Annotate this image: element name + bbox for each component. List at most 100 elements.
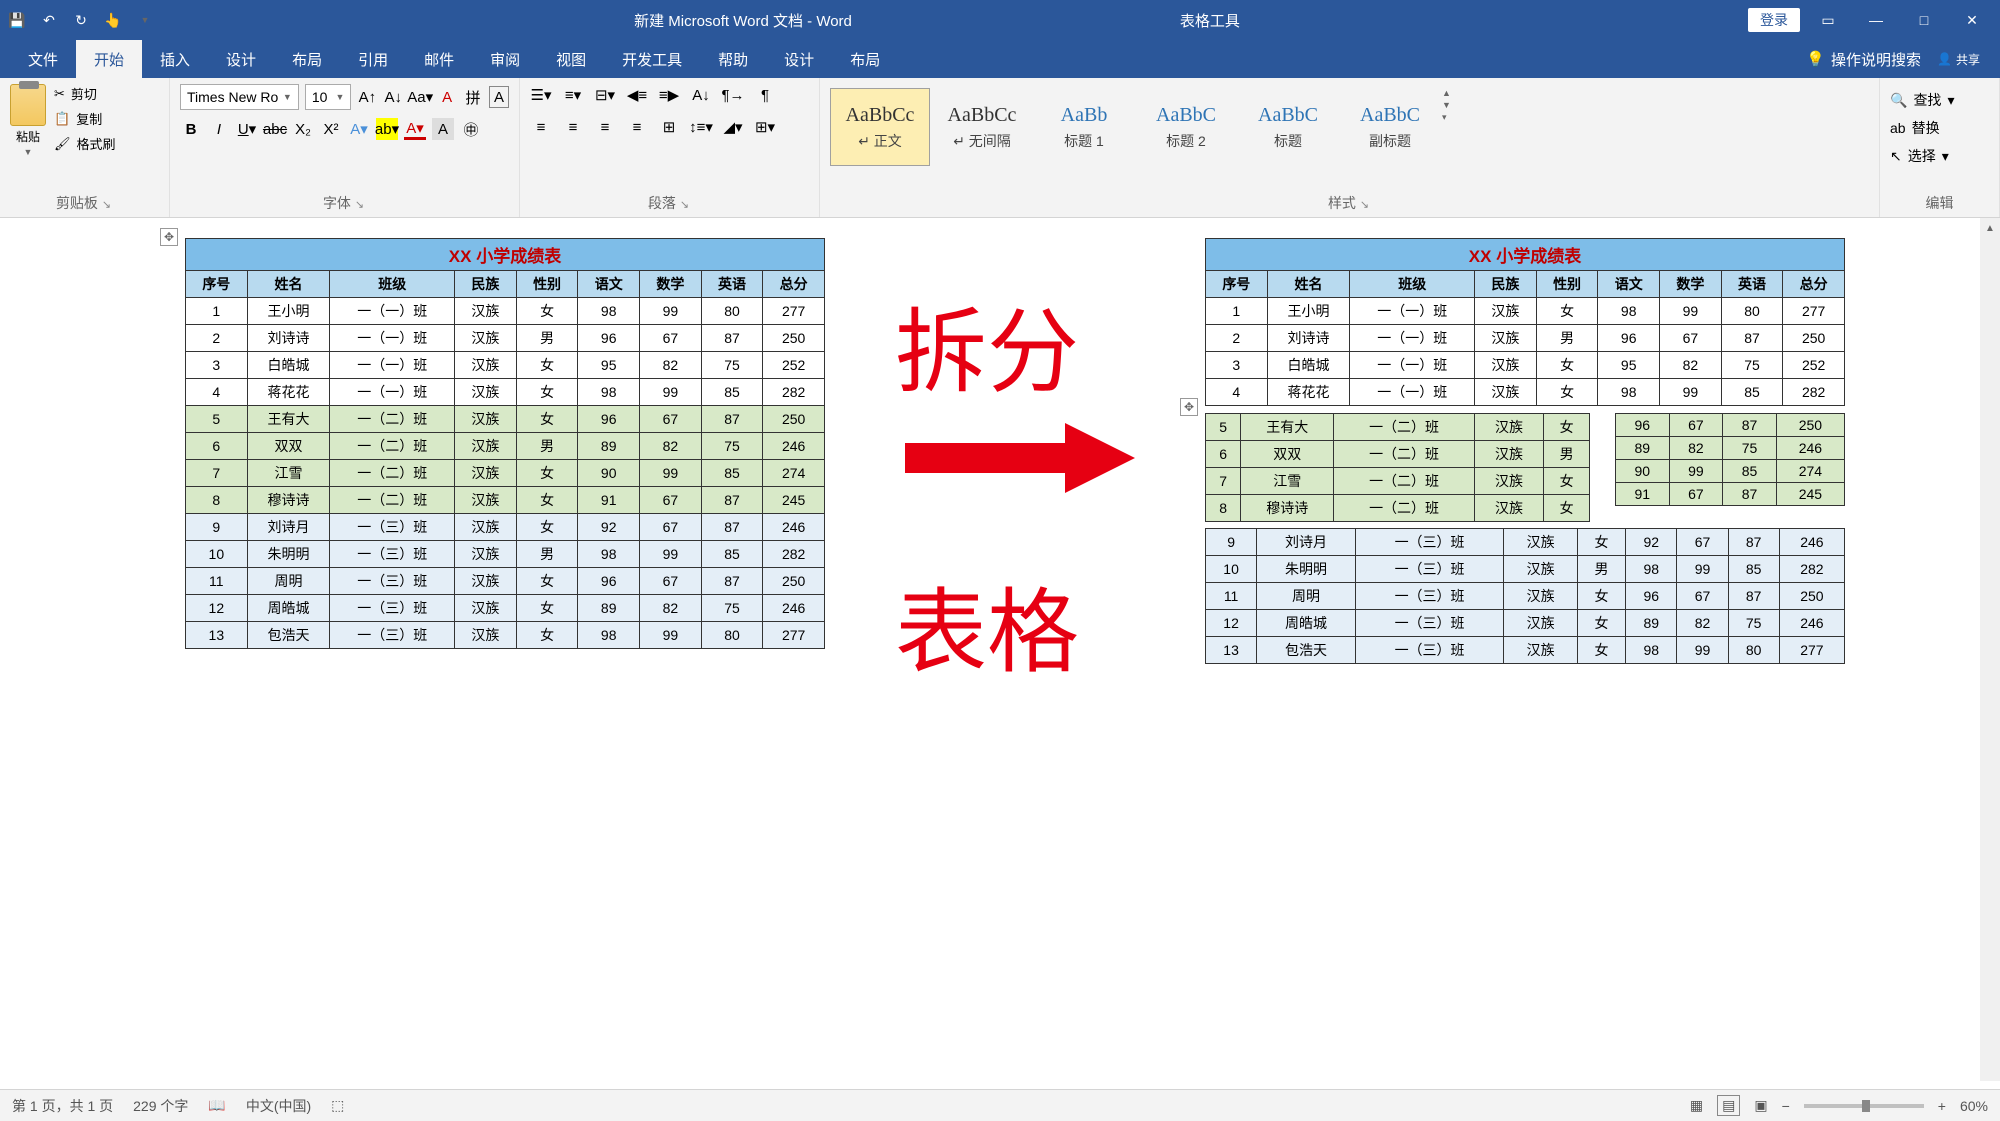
table-cell[interactable]: 87 bbox=[701, 568, 763, 595]
char-shading-icon[interactable]: A bbox=[432, 118, 454, 140]
undo-icon[interactable]: ↶ bbox=[40, 11, 58, 29]
table-cell[interactable]: 13 bbox=[1206, 637, 1257, 664]
table-cell[interactable]: 89 bbox=[578, 433, 640, 460]
shrink-font-icon[interactable]: A↓ bbox=[383, 86, 403, 108]
menu-tab-邮件[interactable]: 邮件 bbox=[406, 40, 472, 78]
shading-icon[interactable]: ◢▾ bbox=[722, 116, 744, 138]
table-cell[interactable]: 9 bbox=[186, 514, 248, 541]
zoom-level[interactable]: 60% bbox=[1960, 1098, 1988, 1114]
table-cell[interactable]: 一（一）班 bbox=[330, 379, 455, 406]
table-cell[interactable]: 246 bbox=[1776, 437, 1844, 460]
table-cell[interactable]: 汉族 bbox=[1504, 610, 1577, 637]
table-cell[interactable]: 女 bbox=[1536, 352, 1598, 379]
table-cell[interactable]: 包浩天 bbox=[247, 622, 330, 649]
table-cell[interactable]: 穆诗诗 bbox=[247, 487, 330, 514]
table-cell[interactable]: 92 bbox=[1626, 529, 1677, 556]
menu-tab-审阅[interactable]: 审阅 bbox=[472, 40, 538, 78]
superscript-icon[interactable]: X² bbox=[320, 118, 342, 140]
table-cell[interactable]: 99 bbox=[1677, 556, 1728, 583]
table-cell[interactable]: 女 bbox=[516, 460, 578, 487]
table-cell[interactable]: 246 bbox=[1779, 610, 1844, 637]
table-cell[interactable]: 89 bbox=[578, 595, 640, 622]
table-cell[interactable]: 女 bbox=[516, 595, 578, 622]
table-cell[interactable]: 250 bbox=[763, 568, 825, 595]
table-cell[interactable]: 女 bbox=[1544, 495, 1590, 522]
table-cell[interactable]: 89 bbox=[1616, 437, 1670, 460]
table-cell[interactable]: 80 bbox=[701, 298, 763, 325]
char-border-icon[interactable]: A bbox=[489, 86, 509, 108]
style-item[interactable]: AaBbCc↵ 正文 bbox=[830, 88, 930, 166]
bold-icon[interactable]: B bbox=[180, 118, 202, 140]
table-cell[interactable]: 一（一）班 bbox=[330, 352, 455, 379]
table-cell[interactable]: 99 bbox=[1660, 298, 1722, 325]
table-cell[interactable]: 96 bbox=[1598, 325, 1660, 352]
touch-mode-icon[interactable]: 👆 bbox=[104, 11, 122, 29]
table-cell[interactable]: 女 bbox=[516, 379, 578, 406]
table-cell[interactable]: 99 bbox=[640, 379, 702, 406]
table-cell[interactable]: 一（一）班 bbox=[330, 298, 455, 325]
table-cell[interactable]: 朱明明 bbox=[1257, 556, 1356, 583]
paste-button[interactable]: 粘贴 ▼ bbox=[10, 84, 46, 157]
table-cell[interactable]: 87 bbox=[1723, 414, 1777, 437]
table-cell[interactable]: 98 bbox=[1626, 637, 1677, 664]
table-cell[interactable]: 85 bbox=[701, 460, 763, 487]
table-cell[interactable]: 一（二）班 bbox=[330, 460, 455, 487]
strikethrough-icon[interactable]: abc bbox=[264, 118, 286, 140]
table-cell[interactable]: 一（三）班 bbox=[1355, 637, 1504, 664]
table-cell[interactable]: 75 bbox=[1723, 437, 1777, 460]
table-cell[interactable]: 汉族 bbox=[455, 514, 517, 541]
table-cell[interactable]: 277 bbox=[1779, 637, 1844, 664]
table-cell[interactable]: 汉族 bbox=[1475, 379, 1537, 406]
close-icon[interactable]: ✕ bbox=[1952, 5, 1992, 35]
table-cell[interactable]: 99 bbox=[640, 541, 702, 568]
table-cell[interactable]: 282 bbox=[763, 541, 825, 568]
zoom-out-icon[interactable]: − bbox=[1782, 1098, 1790, 1114]
table-cell[interactable]: 82 bbox=[640, 352, 702, 379]
table-cell[interactable]: 朱明明 bbox=[247, 541, 330, 568]
table-cell[interactable]: 99 bbox=[1677, 637, 1728, 664]
table-cell[interactable]: 98 bbox=[578, 541, 640, 568]
table-cell[interactable]: 5 bbox=[1206, 414, 1241, 441]
zoom-slider[interactable] bbox=[1804, 1104, 1924, 1108]
table-cell[interactable]: 67 bbox=[1677, 583, 1728, 610]
table-cell[interactable]: 一（三）班 bbox=[1355, 556, 1504, 583]
table-cell[interactable]: 1 bbox=[1206, 298, 1268, 325]
line-spacing-icon[interactable]: ↕≡▾ bbox=[690, 116, 712, 138]
table-cell[interactable]: 98 bbox=[578, 622, 640, 649]
table-cell[interactable]: 250 bbox=[1779, 583, 1844, 610]
table-cell[interactable]: 67 bbox=[640, 325, 702, 352]
table-cell[interactable]: 汉族 bbox=[1504, 637, 1577, 664]
table-cell[interactable]: 周明 bbox=[1257, 583, 1356, 610]
word-count[interactable]: 229 个字 bbox=[133, 1096, 188, 1116]
grow-font-icon[interactable]: A↑ bbox=[357, 86, 377, 108]
table-cell[interactable]: 87 bbox=[1728, 529, 1779, 556]
table-cell[interactable]: 女 bbox=[1536, 298, 1598, 325]
style-item[interactable]: AaBbC标题 bbox=[1238, 88, 1338, 166]
table-cell[interactable]: 一（三）班 bbox=[1355, 610, 1504, 637]
replace-button[interactable]: ab替换 bbox=[1890, 118, 1989, 138]
table-cell[interactable]: 82 bbox=[1660, 352, 1722, 379]
table-cell[interactable]: 98 bbox=[578, 379, 640, 406]
scroll-up-icon[interactable]: ▲ bbox=[1980, 218, 2000, 238]
table-cell[interactable]: 汉族 bbox=[1474, 414, 1543, 441]
table-cell[interactable]: 一（一）班 bbox=[1350, 352, 1475, 379]
table-cell[interactable]: 一（三）班 bbox=[330, 541, 455, 568]
table-cell[interactable]: 王小明 bbox=[247, 298, 330, 325]
underline-icon[interactable]: U▾ bbox=[236, 118, 258, 140]
table-cell[interactable]: 85 bbox=[1728, 556, 1779, 583]
minimize-icon[interactable]: — bbox=[1856, 5, 1896, 35]
enclose-char-icon[interactable]: ㊥ bbox=[460, 118, 482, 140]
table-cell[interactable]: 男 bbox=[516, 325, 578, 352]
menu-tab-开始[interactable]: 开始 bbox=[76, 40, 142, 78]
table-cell[interactable]: 汉族 bbox=[1504, 583, 1577, 610]
table-cell[interactable]: 80 bbox=[1721, 298, 1783, 325]
table-cell[interactable]: 汉族 bbox=[455, 379, 517, 406]
table-cell[interactable]: 一（一）班 bbox=[1350, 325, 1475, 352]
table-cell[interactable]: 82 bbox=[1677, 610, 1728, 637]
table-cell[interactable]: 11 bbox=[186, 568, 248, 595]
table-cell[interactable]: 250 bbox=[763, 325, 825, 352]
login-button[interactable]: 登录 bbox=[1748, 8, 1800, 32]
table-cell[interactable]: 女 bbox=[516, 568, 578, 595]
table-cell[interactable]: 女 bbox=[1544, 414, 1590, 441]
table-cell[interactable]: 67 bbox=[1677, 529, 1728, 556]
